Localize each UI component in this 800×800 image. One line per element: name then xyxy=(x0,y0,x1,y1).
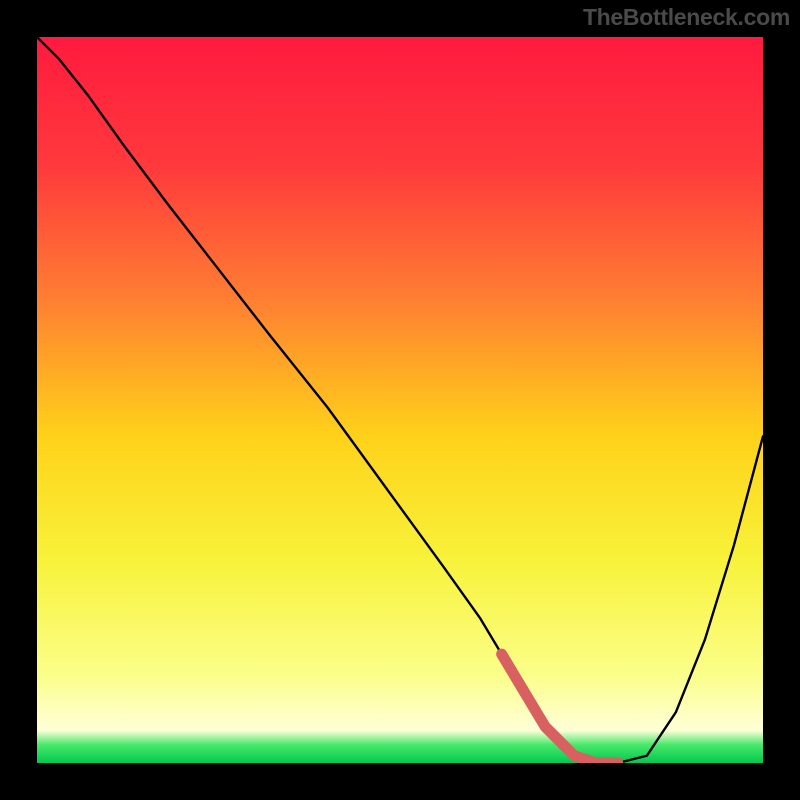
watermark-text: TheBottleneck.com xyxy=(583,4,790,31)
plot-svg xyxy=(37,37,763,763)
bottleneck-plot xyxy=(37,37,763,763)
chart-frame: TheBottleneck.com xyxy=(0,0,800,800)
plot-background xyxy=(37,37,763,763)
